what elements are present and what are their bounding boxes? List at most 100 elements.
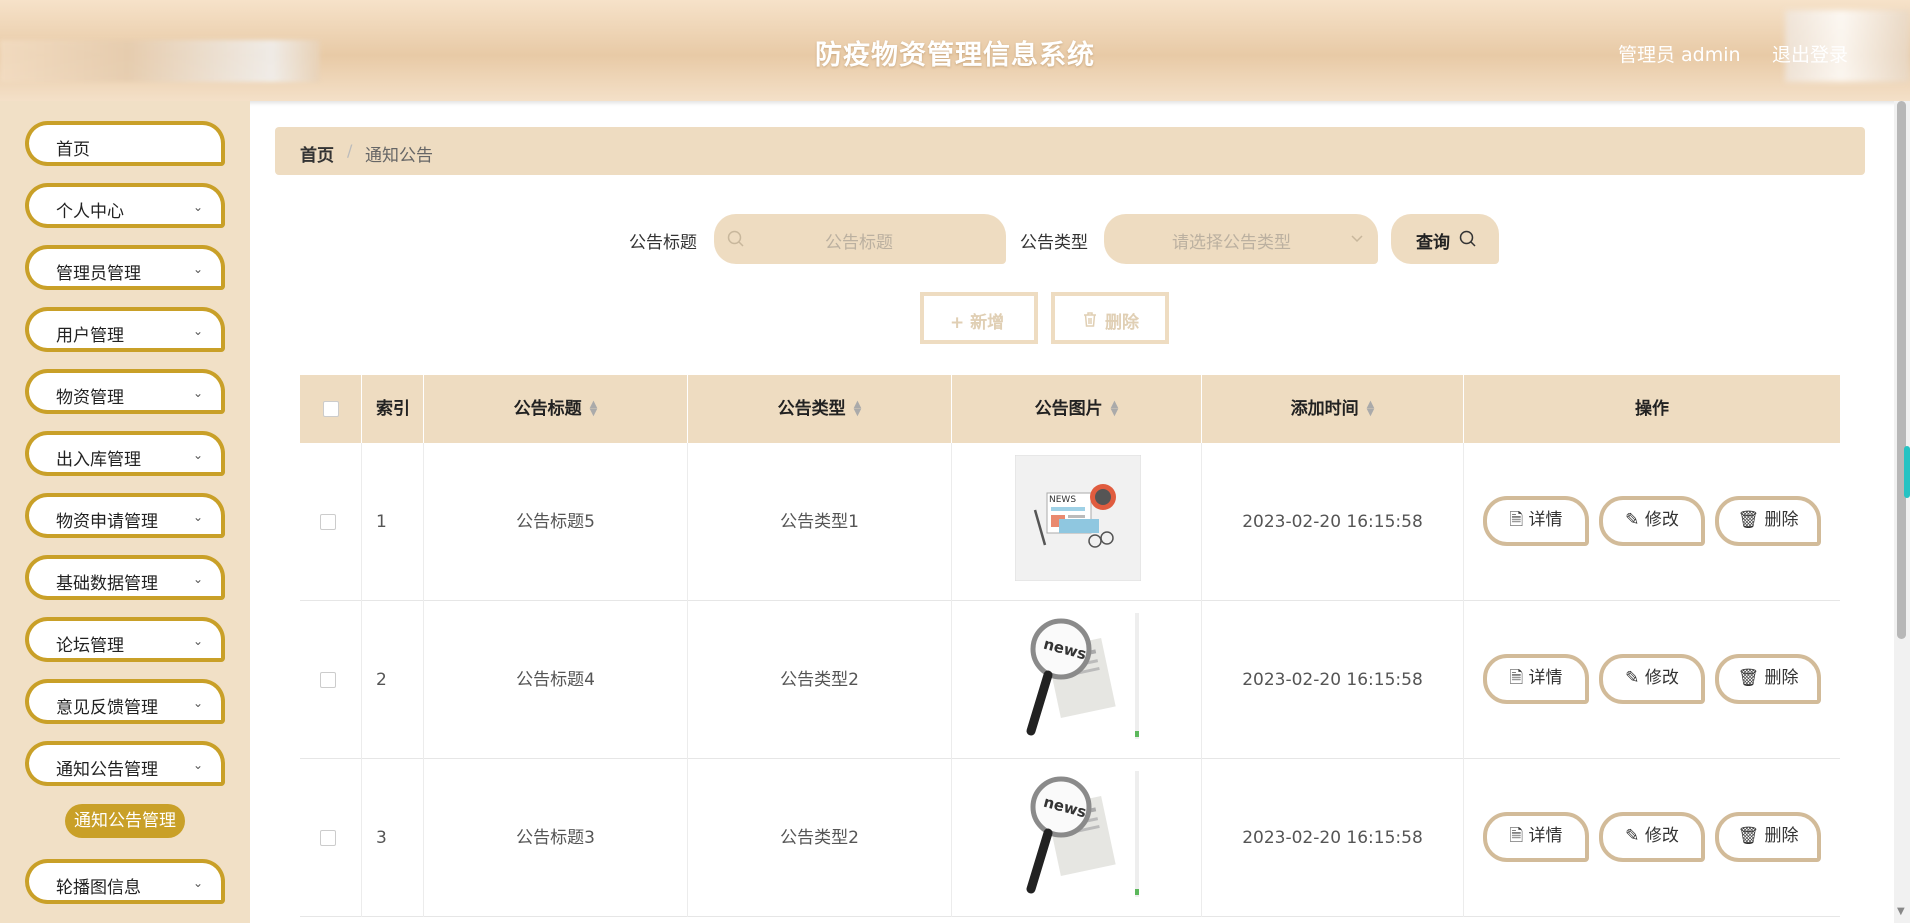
notice-table: 索引 公告标题 ▲ ▼ 公告类型 ▲ ▼ 公告图片 ▲ ▼ 添加时间 ▲ ▼ 操作 1 公告标题…: [300, 375, 1840, 923]
col-index-label: 索引: [376, 399, 410, 419]
trash-icon: [1084, 312, 1096, 327]
sort-icon[interactable]: ▲ ▼: [590, 400, 598, 418]
col-index: 索引: [362, 375, 424, 443]
document-icon: 🗎: [1509, 826, 1529, 846]
sidebar-item-personal-center[interactable]: 个人中心 ⌄: [25, 183, 225, 228]
sidebar-item-label: 论坛管理: [56, 636, 124, 656]
sidebar-item-label: 出入库管理: [56, 450, 141, 470]
batch-delete-button[interactable]: 删除: [1051, 292, 1169, 344]
row-image-cell: NEWS: [952, 443, 1202, 601]
current-user-label: 管理员 admin: [1618, 44, 1741, 66]
sidebar-item-user-management[interactable]: 用户管理 ⌄: [25, 307, 225, 352]
detail-label: 详情: [1528, 668, 1563, 688]
col-type[interactable]: 公告类型 ▲ ▼: [688, 375, 952, 443]
document-icon: 🗎: [1509, 510, 1529, 530]
news-magnifier-image[interactable]: news: [1015, 613, 1141, 739]
query-button-label: 查询: [1416, 233, 1450, 253]
row-actions: 🗎 详情 ✎ 修改 🗑 删除: [1464, 759, 1840, 917]
row-select-cell: [300, 759, 362, 917]
scroll-down-arrow-icon[interactable]: ▼: [1897, 906, 1905, 917]
sidebar-item-label: 用户管理: [56, 326, 124, 346]
chevron-down-icon: ⌄: [192, 448, 203, 462]
select-all-checkbox[interactable]: [323, 401, 339, 417]
row-checkbox[interactable]: [320, 514, 336, 530]
breadcrumb-home[interactable]: 首页: [300, 141, 334, 166]
row-time: 2023-02-20 16:15:58: [1202, 601, 1464, 759]
detail-button[interactable]: 🗎 详情: [1483, 812, 1589, 862]
sidebar-item-label: 物资申请管理: [56, 512, 158, 532]
sidebar-item-supply-request[interactable]: 物资申请管理 ⌄: [25, 493, 225, 538]
sidebar-item-base-data[interactable]: 基础数据管理 ⌄: [25, 555, 225, 600]
sort-icon[interactable]: ▲ ▼: [1111, 400, 1119, 418]
col-actions: 操作: [1464, 375, 1840, 443]
search-icon: [1459, 230, 1476, 247]
table-row: 3 公告标题3 公告类型2 news 2023-02-20 16:15:58 🗎…: [300, 759, 1840, 917]
table-row: 2 公告标题4 公告类型2 news 2023-02-20 16:15:58 🗎…: [300, 601, 1840, 759]
detail-button[interactable]: 🗎 详情: [1483, 654, 1589, 704]
edit-button[interactable]: ✎ 修改: [1599, 654, 1705, 704]
detail-button[interactable]: 🗎 详情: [1483, 496, 1589, 546]
sidebar-item-inout-management[interactable]: 出入库管理 ⌄: [25, 431, 225, 476]
col-time[interactable]: 添加时间 ▲ ▼: [1202, 375, 1464, 443]
sidebar-item-feedback[interactable]: 意见反馈管理 ⌄: [25, 679, 225, 724]
delete-label: 删除: [1764, 510, 1799, 530]
row-checkbox[interactable]: [320, 672, 336, 688]
detail-label: 详情: [1528, 826, 1563, 846]
chevron-down-icon: ⌄: [192, 572, 203, 586]
sidebar-item-carousel[interactable]: 轮播图信息 ⌄: [25, 859, 225, 904]
news-paper-image[interactable]: NEWS: [1015, 455, 1141, 581]
chevron-down-icon: ⌄: [192, 386, 203, 400]
chevron-down-icon: ⌄: [192, 696, 203, 710]
sidebar-item-admin-management[interactable]: 管理员管理 ⌄: [25, 245, 225, 290]
logout-link[interactable]: 退出登录: [1772, 40, 1848, 67]
chevron-down-icon: [1351, 235, 1363, 243]
edit-button[interactable]: ✎ 修改: [1599, 496, 1705, 546]
title-search-input[interactable]: 公告标题: [714, 214, 1006, 264]
row-select-cell: [300, 443, 362, 601]
row-select-cell: [300, 601, 362, 759]
sidebar-item-home[interactable]: 首页: [25, 121, 225, 166]
vertical-scrollbar[interactable]: ▼: [1894, 101, 1910, 923]
row-type: 公告类型2: [688, 601, 952, 759]
sidebar-item-supplies-management[interactable]: 物资管理 ⌄: [25, 369, 225, 414]
row-type: 公告类型1: [688, 443, 952, 601]
pencil-icon: ✎: [1625, 826, 1645, 846]
type-select-placeholder: 请选择公告类型: [1172, 233, 1291, 253]
add-button-label: + 新增: [950, 313, 1005, 333]
row-title: 公告标题4: [424, 601, 688, 759]
type-select[interactable]: 请选择公告类型: [1104, 214, 1378, 264]
delete-button[interactable]: 🗑 删除: [1715, 654, 1821, 704]
edit-button[interactable]: ✎ 修改: [1599, 812, 1705, 862]
sidebar-item-label: 轮播图信息: [56, 878, 141, 898]
col-time-label: 添加时间: [1290, 399, 1359, 419]
edit-label: 修改: [1644, 510, 1679, 530]
select-all-cell: [300, 375, 362, 443]
sort-icon[interactable]: ▲ ▼: [854, 400, 862, 418]
row-actions: 🗎 详情 ✎ 修改 🗑 删除: [1464, 443, 1840, 601]
row-time: 2023-02-20 16:15:58: [1202, 759, 1464, 917]
sidebar: 首页 个人中心 ⌄ 管理员管理 ⌄ 用户管理 ⌄ 物资管理 ⌄ 出入库管理 ⌄ …: [0, 101, 250, 923]
col-image[interactable]: 公告图片 ▲ ▼: [952, 375, 1202, 443]
query-button[interactable]: 查询: [1391, 214, 1499, 264]
sidebar-subitem-notice[interactable]: 通知公告管理: [65, 804, 185, 838]
table-row: 1 公告标题5 公告类型1 NEWS 2023-02-20 16:15:58 🗎…: [300, 443, 1840, 601]
row-actions: 🗎 详情 ✎ 修改 🗑 删除: [1464, 601, 1840, 759]
chevron-down-icon: ⌄: [192, 324, 203, 338]
col-title[interactable]: 公告标题 ▲ ▼: [424, 375, 688, 443]
add-button[interactable]: + 新增: [920, 292, 1038, 344]
news-magnifier-image[interactable]: news: [1015, 771, 1141, 897]
scrollbar-thumb[interactable]: [1897, 101, 1906, 639]
col-image-label: 公告图片: [1034, 399, 1103, 419]
delete-button[interactable]: 🗑 删除: [1715, 496, 1821, 546]
sidebar-item-label: 意见反馈管理: [56, 698, 158, 718]
delete-button[interactable]: 🗑 删除: [1715, 812, 1821, 862]
sidebar-item-notice-management[interactable]: 通知公告管理 ⌄: [25, 741, 225, 786]
type-select-label: 公告类型: [1020, 233, 1088, 253]
row-index: 2: [362, 601, 424, 759]
title-search-label: 公告标题: [629, 233, 697, 253]
scroll-indicator: [1904, 446, 1910, 498]
row-checkbox[interactable]: [320, 830, 336, 846]
search-icon: [727, 230, 744, 247]
sidebar-item-forum[interactable]: 论坛管理 ⌄: [25, 617, 225, 662]
sort-icon[interactable]: ▲ ▼: [1367, 400, 1375, 418]
